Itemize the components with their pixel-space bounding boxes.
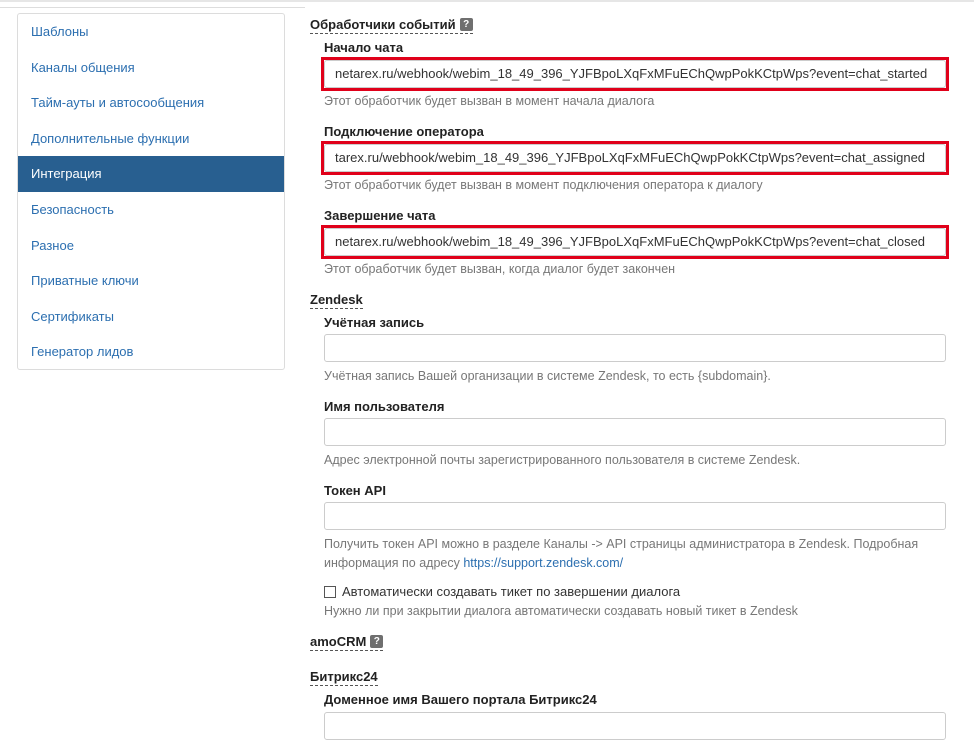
sidebar-item-lead-generator[interactable]: Генератор лидов (18, 334, 284, 370)
integration-settings: Обработчики событий ? Начало чата netare… (300, 0, 974, 741)
zendesk-token-label: Токен API (324, 483, 386, 498)
amocrm-title: amoCRM ? (310, 634, 384, 651)
auto-ticket-label: Автоматически создавать тикет по заверше… (342, 584, 681, 599)
bitrix24-domain-input[interactable] (324, 712, 946, 740)
chat-start-label: Начало чата (324, 40, 404, 55)
zendesk-token-hint: Получить токен API можно в разделе Канал… (324, 535, 944, 573)
help-icon[interactable]: ? (370, 635, 384, 648)
auto-ticket-row[interactable]: Автоматически создавать тикет по заверше… (324, 584, 680, 599)
chat-start-hint: Этот обработчик будет вызван в момент на… (324, 94, 655, 108)
operator-join-hint: Этот обработчик будет вызван в момент по… (324, 178, 763, 192)
zendesk-token-hint-line2: информация по адресу (324, 556, 460, 570)
sidebar-item-private-keys[interactable]: Приватные ключи (18, 263, 284, 299)
sidebar-item-templates[interactable]: Шаблоны (18, 14, 284, 50)
chat-end-hint: Этот обработчик будет вызван, когда диал… (324, 262, 676, 276)
operator-join-url-input[interactable]: tarex.ru/webhook/webim_18_49_396_YJFBpoL… (324, 144, 946, 172)
zendesk-account-hint: Учётная запись Вашей организации в систе… (324, 369, 771, 383)
amocrm-title-text: amoCRM (310, 634, 367, 649)
zendesk-title-text: Zendesk (310, 292, 363, 307)
chat-end-url-input[interactable]: netarex.ru/webhook/webim_18_49_396_YJFBp… (324, 228, 946, 256)
chat-start-url-input[interactable]: netarex.ru/webhook/webim_18_49_396_YJFBp… (324, 60, 946, 88)
sidebar-item-integration[interactable]: Интеграция (18, 156, 284, 192)
chat-end-label: Завершение чата (324, 208, 436, 223)
zendesk-username-input[interactable] (324, 418, 946, 446)
zendesk-username-label: Имя пользователя (324, 399, 445, 414)
sidebar-item-misc[interactable]: Разное (18, 228, 284, 264)
bitrix24-title: Битрикс24 (310, 669, 378, 686)
zendesk-token-hint-line1: Получить токен API можно в разделе Канал… (324, 537, 919, 551)
help-icon[interactable]: ? (459, 18, 473, 31)
auto-ticket-checkbox[interactable] (324, 585, 336, 598)
operator-join-label: Подключение оператора (324, 124, 484, 139)
zendesk-support-link[interactable]: https://support.zendesk.com/ (463, 556, 623, 570)
bitrix24-title-text: Битрикс24 (310, 669, 378, 684)
sidebar-item-extra-functions[interactable]: Дополнительные функции (18, 121, 284, 157)
sidebar-item-channels[interactable]: Каналы общения (18, 50, 284, 86)
zendesk-account-label: Учётная запись (324, 315, 425, 330)
sidebar-item-certificates[interactable]: Сертификаты (18, 299, 284, 335)
bitrix24-domain-label: Доменное имя Вашего портала Битрикс24 (324, 692, 597, 707)
zendesk-title: Zendesk (310, 292, 363, 309)
auto-ticket-hint: Нужно ли при закрытии диалога автоматиче… (324, 604, 798, 618)
event-handlers-title-text: Обработчики событий (310, 17, 456, 32)
event-handlers-title: Обработчики событий ? (310, 17, 473, 34)
zendesk-account-input[interactable] (324, 334, 946, 362)
zendesk-token-input[interactable] (324, 502, 946, 530)
zendesk-username-hint: Адрес электронной почты зарегистрированн… (324, 453, 801, 467)
top-panel-edge (0, 0, 305, 8)
settings-sidebar: Шаблоны Каналы общения Тайм-ауты и автос… (17, 13, 285, 370)
sidebar-item-timeouts[interactable]: Тайм-ауты и автосообщения (18, 85, 284, 121)
sidebar-item-security[interactable]: Безопасность (18, 192, 284, 228)
